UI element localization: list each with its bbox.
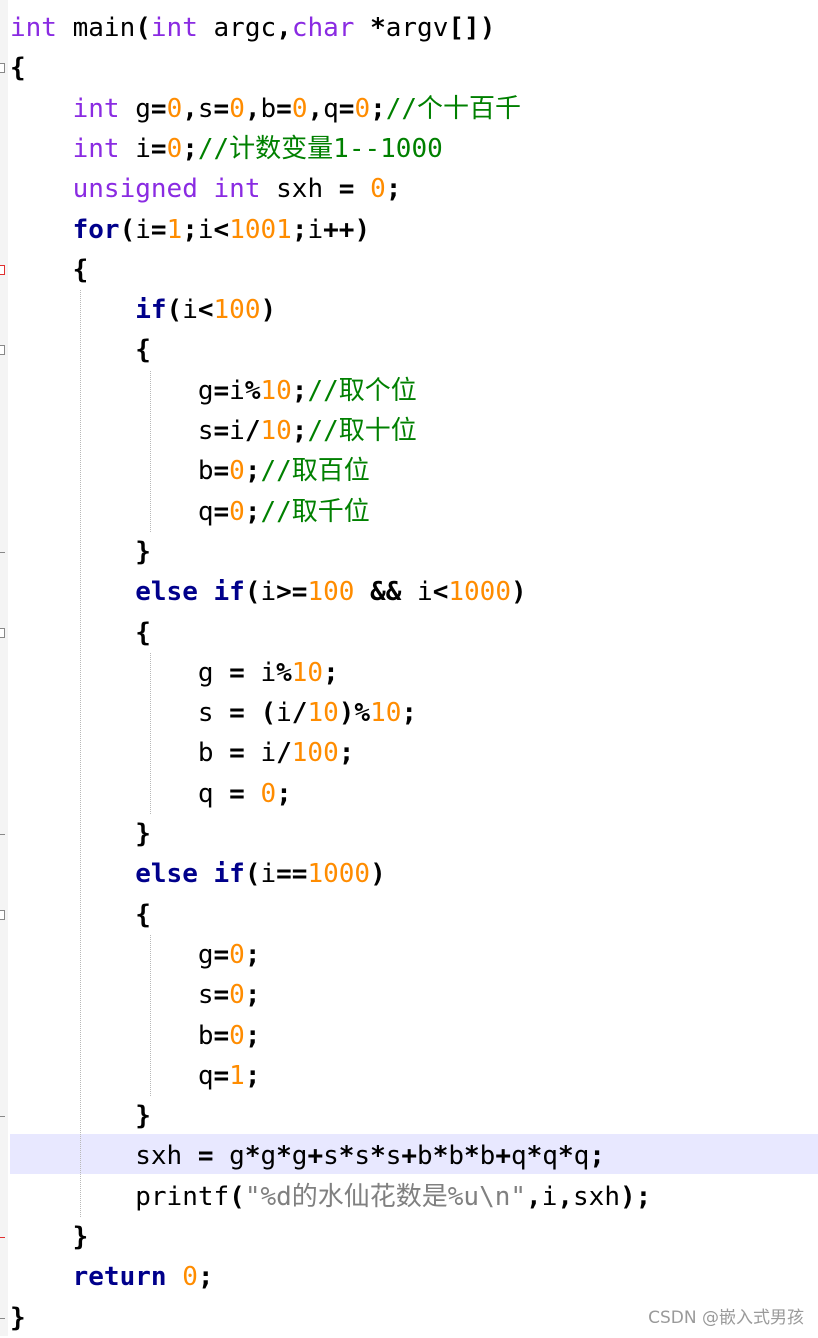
code-line[interactable]: for(i=1;i<1001;i++) bbox=[10, 210, 370, 250]
fold-end-marker bbox=[0, 1317, 5, 1319]
code-line[interactable]: s = (i/10)%10; bbox=[10, 693, 417, 733]
code-line[interactable]: q=1; bbox=[10, 1056, 261, 1096]
indent-guide bbox=[150, 370, 152, 532]
code-line[interactable]: } bbox=[10, 1298, 26, 1338]
fold-toggle-icon[interactable] bbox=[0, 345, 5, 356]
indent-guide bbox=[150, 652, 152, 814]
code-line[interactable]: return 0; bbox=[10, 1257, 214, 1297]
code-line[interactable]: { bbox=[10, 250, 89, 290]
fold-toggle-icon[interactable] bbox=[0, 63, 5, 74]
code-line[interactable]: b = i/100; bbox=[10, 733, 355, 773]
indent-guide bbox=[79, 290, 81, 1217]
indent-guide bbox=[150, 934, 152, 1097]
code-line[interactable]: else if(i==1000) bbox=[10, 854, 386, 894]
code-line[interactable]: g = i%10; bbox=[10, 653, 339, 693]
code-line[interactable]: printf("%d的水仙花数是%u\n",i,sxh); bbox=[10, 1177, 651, 1217]
code-line[interactable]: if(i<100) bbox=[10, 290, 276, 330]
watermark: CSDN @嵌入式男孩 bbox=[648, 1308, 804, 1328]
code-line[interactable]: sxh = g*g*g+s*s*s+b*b*b+q*q*q; bbox=[10, 1136, 605, 1176]
code-line[interactable]: unsigned int sxh = 0; bbox=[10, 169, 402, 209]
fold-end-marker bbox=[0, 834, 5, 835]
code-line[interactable]: int g=0,s=0,b=0,q=0;//个十百千 bbox=[10, 89, 521, 129]
code-line[interactable]: g=0; bbox=[10, 935, 261, 975]
code-line[interactable]: else if(i>=100 && i<1000) bbox=[10, 572, 526, 612]
code-line[interactable]: g=i%10;//取个位 bbox=[10, 371, 417, 411]
code-line[interactable]: b=0; bbox=[10, 1016, 261, 1056]
fold-toggle-icon[interactable] bbox=[0, 909, 5, 920]
fold-gutter bbox=[0, 0, 8, 1336]
fold-toggle-icon[interactable] bbox=[0, 264, 5, 275]
code-line[interactable]: q=0;//取千位 bbox=[10, 492, 370, 532]
code-line[interactable]: int i=0;//计数变量1--1000 bbox=[10, 129, 443, 169]
code-line[interactable]: int main(int argc,char *argv[]) bbox=[10, 8, 495, 48]
code-line[interactable]: b=0;//取百位 bbox=[10, 451, 370, 491]
code-line[interactable]: { bbox=[10, 48, 26, 88]
code-line[interactable]: } bbox=[10, 1217, 89, 1257]
code-line[interactable]: s=i/10;//取十位 bbox=[10, 411, 417, 451]
fold-end-marker bbox=[0, 1237, 5, 1238]
fold-end-marker bbox=[0, 551, 5, 553]
fold-toggle-icon[interactable] bbox=[0, 627, 5, 638]
code-editor[interactable]: int main(int argc,char *argv[]){ int g=0… bbox=[0, 0, 818, 1336]
fold-end-marker bbox=[0, 1116, 5, 1118]
code-line[interactable]: s=0; bbox=[10, 975, 261, 1015]
